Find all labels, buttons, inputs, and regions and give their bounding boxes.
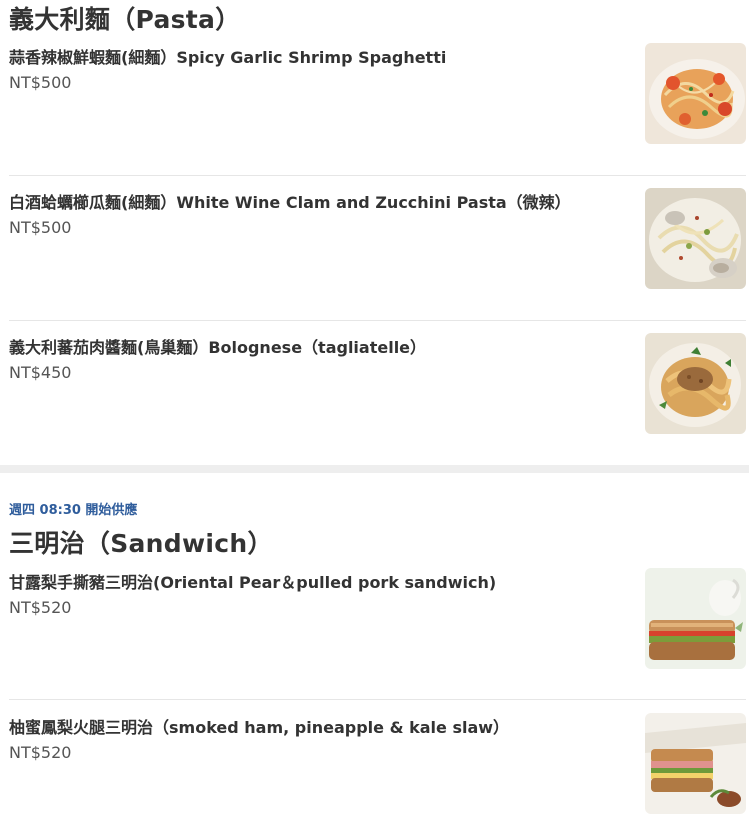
item-name: 蒜香辣椒鮮蝦麵(細麵）Spicy Garlic Shrimp Spaghetti — [9, 48, 447, 67]
divider — [9, 320, 746, 321]
item-price: NT$520 — [9, 598, 72, 617]
pear-pork-sandwich-photo[interactable] — [645, 568, 746, 669]
menu-item-pear-pork-sandwich[interactable]: 甘露梨手撕豬三明治(Oriental Pear＆pulled pork sand… — [0, 568, 749, 714]
menu-item-shrimp-spaghetti[interactable]: 蒜香辣椒鮮蝦麵(細麵）Spicy Garlic Shrimp Spaghetti… — [0, 43, 749, 189]
item-price: NT$500 — [9, 218, 72, 237]
section-title-sandwich: 三明治（Sandwich） — [9, 529, 273, 558]
item-price: NT$450 — [9, 363, 72, 382]
divider — [9, 699, 746, 700]
divider — [9, 175, 746, 176]
ham-pineapple-sandwich-photo[interactable] — [645, 713, 746, 814]
menu-item-ham-pineapple-sandwich[interactable]: 柚蜜鳳梨火腿三明治（smoked ham, pineapple & kale s… — [0, 713, 749, 819]
item-price: NT$500 — [9, 73, 72, 92]
menu-item-clam-zucchini-pasta[interactable]: 白酒蛤蠣櫛瓜麵(細麵）White Wine Clam and Zucchini … — [0, 188, 749, 334]
item-price: NT$520 — [9, 743, 72, 762]
section-separator — [0, 465, 749, 473]
sandwich-section: 週四 08:30 開始供應 三明治（Sandwich） 甘露梨手撕豬三明治(Or… — [0, 473, 749, 819]
menu-item-bolognese[interactable]: 義大利蕃茄肉醬麵(鳥巢麵）Bolognese（tagliatelle） NT$4… — [0, 333, 749, 479]
pasta-section: 義大利麵（Pasta） 蒜香辣椒鮮蝦麵(細麵）Spicy Garlic Shri… — [0, 0, 749, 465]
bolognese-photo[interactable] — [645, 333, 746, 434]
item-name: 白酒蛤蠣櫛瓜麵(細麵）White Wine Clam and Zucchini … — [9, 193, 571, 212]
availability-note: 週四 08:30 開始供應 — [9, 503, 138, 518]
item-name: 義大利蕃茄肉醬麵(鳥巢麵）Bolognese（tagliatelle） — [9, 338, 427, 357]
clam-zucchini-pasta-photo[interactable] — [645, 188, 746, 289]
item-name: 甘露梨手撕豬三明治(Oriental Pear＆pulled pork sand… — [9, 573, 497, 592]
item-name: 柚蜜鳳梨火腿三明治（smoked ham, pineapple & kale s… — [9, 718, 510, 737]
shrimp-spaghetti-photo[interactable] — [645, 43, 746, 144]
section-title-pasta: 義大利麵（Pasta） — [9, 5, 241, 34]
